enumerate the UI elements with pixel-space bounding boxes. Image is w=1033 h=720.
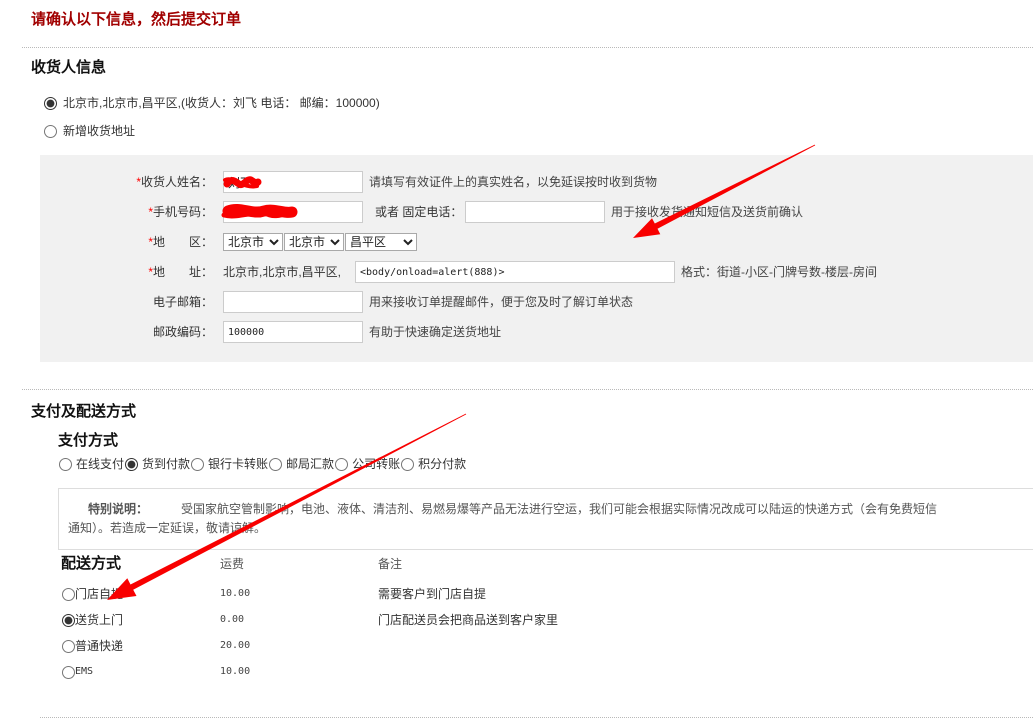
address-radio-existing[interactable]	[44, 96, 57, 110]
delivery-radio-express[interactable]	[62, 639, 75, 653]
delivery-remark: 门店配送员会把商品送到客户家里	[378, 613, 559, 627]
payment-option-label: 银行卡转账	[208, 457, 269, 471]
page-title: 请确认以下信息，然后提交订单	[31, 11, 242, 28]
payment-option-label: 在线支付	[76, 457, 125, 471]
payment-method-group: 在线支付 货到付款 银行卡转账 邮局汇款 公司转账 积分付款	[58, 457, 466, 471]
street-address-input[interactable]	[355, 261, 675, 283]
address-row: *地 址： 北京市,北京市,昌平区, 格式：街道-小区-门牌号数-楼层-房间	[40, 261, 877, 283]
address-option-label: 新增收货地址	[63, 124, 136, 138]
address-option-existing[interactable]: 北京市,北京市,昌平区,(收货人：刘飞 电话： 邮编：100000)	[44, 96, 380, 110]
zip-input[interactable]	[223, 321, 363, 343]
delivery-row: 门店自提 10.00 需要客户到门店自提	[62, 587, 486, 601]
delivery-method-heading: 配送方式	[61, 555, 122, 572]
region-label: *地 区：	[40, 235, 213, 249]
delivery-fee: 20.00	[220, 640, 251, 651]
delivery-method-label: 送货上门	[75, 613, 124, 627]
payment-delivery-heading: 支付及配送方式	[31, 403, 137, 420]
email-input[interactable]	[223, 291, 363, 313]
section-divider	[22, 47, 1033, 48]
special-notice: 特别说明： 受国家航空管制影响，电池、液体、清洁剂、易燃易爆等产品无法进行空运，我…	[68, 500, 938, 538]
payment-option-label: 积分付款	[418, 457, 467, 471]
email-row: 电子邮箱： 用来接收订单提醒邮件，便于您及时了解订单状态	[40, 291, 633, 313]
zip-hint: 有助于快速确定送货地址	[369, 325, 502, 339]
region-label-text: 地 区：	[152, 235, 213, 249]
mobile-row: *手机号码： 或者 固定电话： 用于接收发货通知短信及送货前确认	[40, 201, 803, 223]
address-radio-new[interactable]	[44, 124, 57, 138]
name-label: *收货人姓名：	[40, 175, 213, 189]
payment-option-label: 公司转账	[352, 457, 401, 471]
landline-input[interactable]	[465, 201, 605, 223]
delivery-fee: 0.00	[220, 614, 245, 625]
zip-field: 有助于快速确定送货地址	[223, 321, 501, 343]
special-notice-text: 受国家航空管制影响，电池、液体、清洁剂、易燃易爆等产品无法进行空运，我们可能会根…	[68, 502, 938, 535]
email-hint: 用来接收订单提醒邮件，便于您及时了解订单状态	[369, 295, 634, 309]
province-select[interactable]: 北京市	[223, 233, 283, 251]
payment-radio-bank-transfer[interactable]	[191, 457, 205, 471]
payment-radio-cod[interactable]	[125, 457, 139, 471]
payment-radio-online[interactable]	[59, 457, 72, 471]
delivery-remark: 需要客户到门店自提	[378, 587, 487, 601]
zip-row: 邮政编码： 有助于快速确定送货地址	[40, 321, 501, 343]
region-row: *地 区： 北京市 北京市 昌平区	[40, 231, 418, 253]
fee-column-header: 运费	[220, 557, 245, 571]
remark-column-header: 备注	[378, 557, 403, 571]
name-label-text: 收货人姓名：	[140, 175, 213, 189]
delivery-row: 送货上门 0.00 门店配送员会把商品送到客户家里	[62, 613, 558, 627]
mobile-field: 或者 固定电话： 用于接收发货通知短信及送货前确认	[223, 201, 803, 223]
name-field: 请填写有效证件上的真实姓名，以免延误按时收到货物	[223, 171, 657, 193]
payment-option-label: 邮局汇款	[286, 457, 335, 471]
payment-radio-postal[interactable]	[269, 457, 283, 471]
payment-radio-points[interactable]	[401, 457, 415, 471]
landline-label: 或者 固定电话：	[375, 205, 463, 219]
delivery-method-label: 门店自提	[75, 587, 124, 601]
payment-option-label: 货到付款	[142, 457, 191, 471]
district-select[interactable]: 昌平区	[345, 233, 417, 251]
address-label: *地 址：	[40, 265, 213, 279]
name-hint: 请填写有效证件上的真实姓名，以免延误按时收到货物	[369, 175, 658, 189]
mobile-input[interactable]	[223, 201, 363, 223]
section-divider	[22, 389, 1033, 390]
delivery-method-label: EMS	[75, 666, 94, 677]
delivery-radio-store-pickup[interactable]	[62, 587, 75, 601]
special-notice-box: 特别说明： 受国家航空管制影响，电池、液体、清洁剂、易燃易爆等产品无法进行空运，我…	[58, 488, 1033, 550]
delivery-method-label: 普通快递	[75, 639, 124, 653]
delivery-row: EMS 10.00	[62, 665, 378, 679]
address-field: 北京市,北京市,昌平区, 格式：街道-小区-门牌号数-楼层-房间	[223, 261, 877, 283]
delivery-radio-home-delivery[interactable]	[62, 613, 75, 627]
special-notice-label: 特别说明：	[88, 502, 149, 516]
delivery-radio-ems[interactable]	[62, 665, 75, 679]
delivery-fee: 10.00	[220, 588, 251, 599]
payment-method-heading: 支付方式	[58, 432, 119, 449]
city-select[interactable]: 北京市	[284, 233, 344, 251]
consignee-heading: 收货人信息	[31, 59, 107, 76]
region-field: 北京市 北京市 昌平区	[223, 233, 418, 251]
section-divider	[40, 717, 1033, 718]
mobile-label: *手机号码：	[40, 205, 213, 219]
email-field: 用来接收订单提醒邮件，便于您及时了解订单状态	[223, 291, 633, 313]
order-confirm-page: 请确认以下信息，然后提交订单 收货人信息 北京市,北京市,昌平区,(收货人：刘飞…	[0, 0, 1033, 720]
consignee-name-input[interactable]	[223, 171, 363, 193]
address-label-text: 地 址：	[152, 265, 213, 279]
mobile-hint: 用于接收发货通知短信及送货前确认	[611, 205, 804, 219]
payment-radio-company-transfer[interactable]	[335, 457, 349, 471]
address-option-label: 北京市,北京市,昌平区,(收货人：刘飞 电话： 邮编：100000)	[63, 96, 380, 110]
delivery-row: 普通快递 20.00	[62, 639, 378, 653]
email-label: 电子邮箱：	[152, 295, 213, 309]
delivery-fee: 10.00	[220, 666, 251, 677]
zip-label: 邮政编码：	[152, 325, 213, 339]
address-region-prefix: 北京市,北京市,昌平区,	[223, 265, 342, 279]
address-hint: 格式：街道-小区-门牌号数-楼层-房间	[681, 265, 877, 279]
mobile-label-text: 手机号码：	[152, 205, 213, 219]
consignee-form-panel: *收货人姓名： 请填写有效证件上的真实姓名，以免延误按时收到货物 *手机号码： …	[40, 155, 1033, 362]
address-option-new[interactable]: 新增收货地址	[44, 124, 135, 138]
name-row: *收货人姓名： 请填写有效证件上的真实姓名，以免延误按时收到货物	[40, 171, 657, 193]
